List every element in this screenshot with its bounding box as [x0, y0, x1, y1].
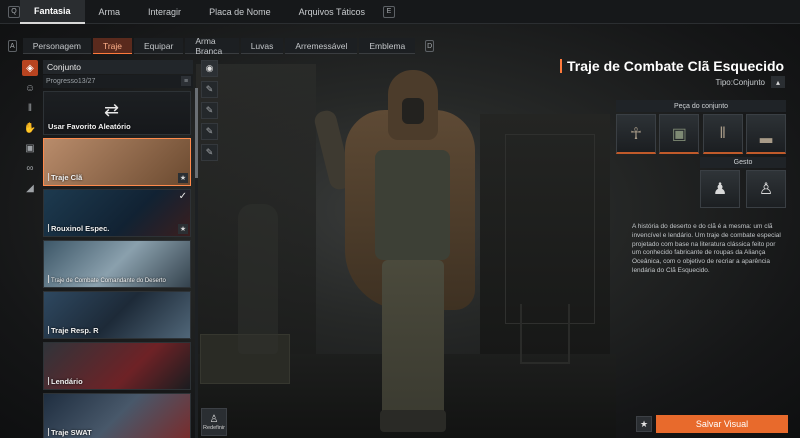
title-accent [560, 59, 562, 73]
backpack-icon[interactable]: ▣ [22, 140, 38, 156]
key-hint-e: E [382, 5, 395, 18]
sort-icon[interactable]: ≡ [181, 76, 191, 86]
boots-icon[interactable]: ▂ [745, 114, 786, 154]
outfit-card-resp-r[interactable]: Traje Resp. R [43, 291, 191, 339]
reset-button[interactable]: ♙ Redefinir [201, 408, 227, 436]
tab-fantasia[interactable]: Fantasia [20, 0, 85, 24]
gesture-header: Gesto [700, 157, 786, 168]
card-name: Rouxinol Espec. [48, 224, 109, 233]
outfit-card-comandante-deserto[interactable]: Traje de Combate Comandante do Deserto [43, 240, 191, 288]
gesture-1-icon[interactable]: ♟ [700, 170, 740, 208]
card-name: Traje Clã [48, 173, 82, 182]
card-name: Usar Favorito Aleatório [48, 122, 131, 131]
sub-tab-bar: A Personagem Traje Equipar Arma Branca L… [0, 36, 440, 56]
character-legs [382, 260, 444, 425]
subtab-arremessavel[interactable]: Arremessável [285, 38, 358, 54]
check-icon: ✓ [178, 191, 187, 202]
outfit-title: Traje de Combate Clã Esquecido [567, 58, 785, 74]
type-label: Tipo:Conjunto [715, 77, 765, 87]
tab-placa-de-nome[interactable]: Placa de Nome [195, 0, 285, 24]
hood-icon[interactable]: ☥ [616, 114, 656, 154]
subtab-traje[interactable]: Traje [92, 38, 132, 54]
preview-pose-rail: ◉ ✎ ✎ ✎ ✎ [201, 60, 219, 165]
camera-icon[interactable]: ◉ [201, 60, 218, 77]
jacket-icon[interactable]: ▣ [659, 114, 700, 154]
pose-3-icon[interactable]: ✎ [201, 123, 218, 140]
reset-label: Redefinir [202, 424, 225, 431]
outfit-card-lendario[interactable]: Lendário [43, 342, 191, 390]
scene-mannequin [238, 204, 278, 354]
cap-icon[interactable]: ◢ [22, 180, 38, 196]
tab-interagir[interactable]: Interagir [134, 0, 195, 24]
scene-shelf [505, 134, 595, 324]
pose-2-icon[interactable]: ✎ [201, 102, 218, 119]
pants-icon[interactable]: ‖ [22, 100, 38, 116]
key-hint-a: A [8, 40, 17, 52]
subtab-arma-branca[interactable]: Arma Branca [185, 36, 239, 56]
glasses-icon[interactable]: ∞ [22, 160, 38, 176]
category-rail: ◈ ☺ ‖ ✋ ▣ ∞ ◢ [22, 60, 40, 200]
tab-arma[interactable]: Arma [85, 0, 135, 24]
vehicle-icon[interactable]: ▴ [771, 76, 785, 88]
star-icon[interactable]: ★ [178, 173, 188, 183]
person-icon: ♙ [209, 413, 219, 425]
subtab-equipar[interactable]: Equipar [134, 38, 184, 54]
scene-chair [520, 304, 570, 364]
character-model[interactable] [300, 70, 510, 438]
outfit-card-swat[interactable]: Traje SWAT [43, 393, 191, 438]
gesture-2-icon[interactable]: ♙ [746, 170, 786, 208]
subtab-emblema[interactable]: Emblema [359, 38, 416, 54]
outfit-card-traje-cla[interactable]: Traje Clã ★ [43, 138, 191, 186]
pose-1-icon[interactable]: ✎ [201, 81, 218, 98]
set-parts-header: Peça do conjunto [616, 100, 786, 112]
set-parts: ☥ ▣ ‖ ▂ [616, 114, 786, 154]
subtab-luvas[interactable]: Luvas [240, 38, 284, 54]
list-scrollbar[interactable] [195, 88, 198, 438]
character-boots [380, 410, 446, 432]
character-icon[interactable]: ☺ [22, 80, 38, 96]
outfit-card-rouxinol[interactable]: ✓ Rouxinol Espec. ★ [43, 189, 191, 237]
outfit-list-panel: Conjunto Progresso13/27 ≡ ⇄ Usar Favorit… [43, 60, 193, 438]
card-name: Traje SWAT [48, 428, 92, 437]
progress-text: Progresso13/27 [46, 78, 96, 85]
gestures: ♟ ♙ [700, 170, 786, 208]
character-mask [402, 98, 424, 124]
pose-4-icon[interactable]: ✎ [201, 144, 218, 161]
card-name: Lendário [48, 377, 83, 386]
scrollbar-thumb[interactable] [195, 88, 198, 178]
card-name: Traje Resp. R [48, 326, 99, 335]
collection-progress: Progresso13/27 ≡ [43, 75, 193, 88]
list-header: Conjunto [43, 60, 193, 74]
save-visual-button[interactable]: Salvar Visual [656, 415, 788, 433]
outfit-description: A história do deserto e do clã é a mesma… [632, 223, 781, 274]
card-name: Traje de Combate Comandante do Deserto [48, 275, 166, 284]
character-torso [375, 150, 450, 260]
star-icon[interactable]: ★ [178, 224, 188, 234]
key-hint-d: D [425, 40, 434, 52]
pants-icon[interactable]: ‖ [702, 114, 743, 154]
top-tab-bar: Q Fantasia Arma Interagir Placa de Nome … [0, 0, 800, 24]
gloves-icon[interactable]: ✋ [22, 120, 38, 136]
favorite-star-icon[interactable]: ★ [636, 416, 652, 432]
key-hint-q: Q [8, 5, 20, 18]
random-favorite-card[interactable]: ⇄ Usar Favorito Aleatório [43, 91, 191, 135]
outfit-icon[interactable]: ◈ [22, 60, 38, 76]
subtab-personagem[interactable]: Personagem [22, 38, 91, 54]
tab-arquivos-taticos[interactable]: Arquivos Táticos [285, 0, 379, 24]
outfit-title-bar: Traje de Combate Clã Esquecido [560, 58, 785, 74]
outfit-type: Tipo:Conjunto ▴ [640, 76, 785, 88]
save-bar: ★ Salvar Visual [636, 414, 788, 434]
swap-icon: ⇄ [104, 100, 120, 120]
